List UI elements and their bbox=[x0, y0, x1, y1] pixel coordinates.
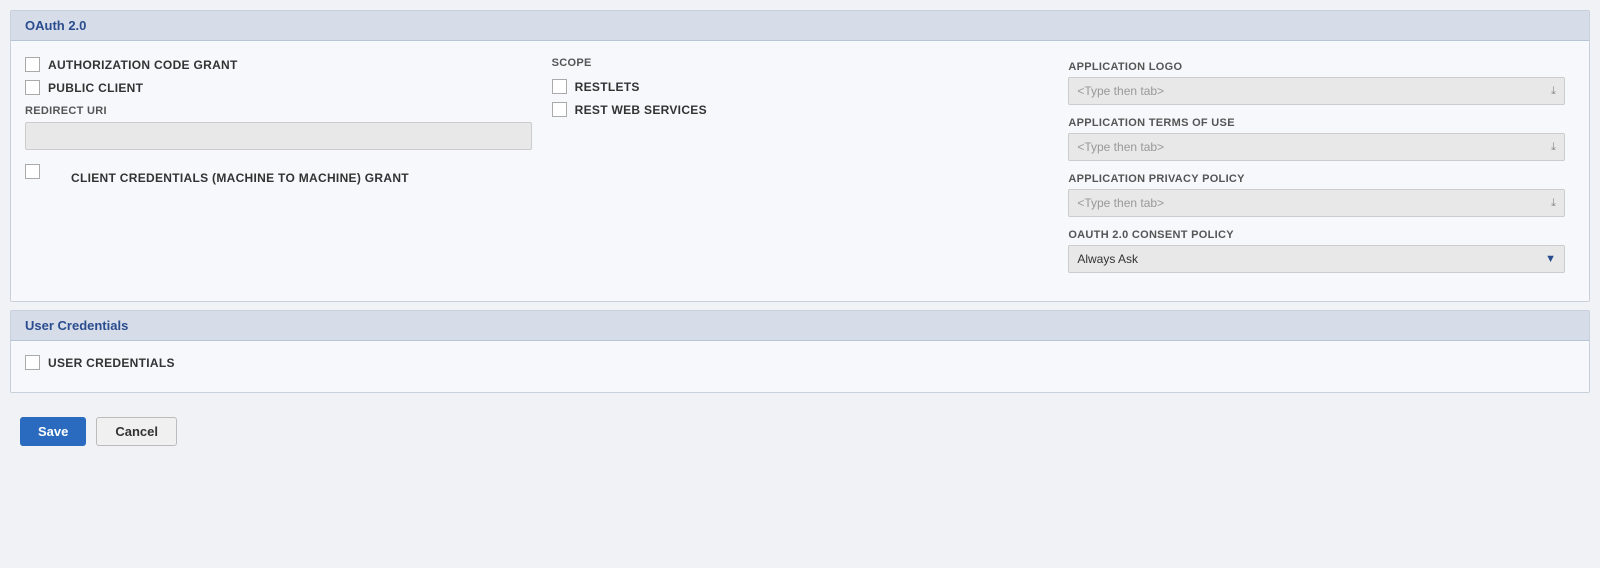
public-client-checkbox[interactable] bbox=[25, 80, 40, 95]
oauth-col-3: APPLICATION LOGO <Type then tab> ⤓ APPLI… bbox=[1058, 57, 1575, 285]
scope-label: SCOPE bbox=[552, 57, 1049, 69]
user-credentials-body: USER CREDENTIALS bbox=[11, 341, 1589, 392]
authorization-code-grant-label: AUTHORIZATION CODE GRANT bbox=[48, 58, 238, 72]
public-client-label: PUBLIC CLIENT bbox=[48, 81, 143, 95]
client-credentials-checkbox[interactable] bbox=[25, 164, 40, 179]
app-terms-placeholder: <Type then tab> bbox=[1077, 140, 1164, 154]
cancel-button[interactable]: Cancel bbox=[96, 417, 177, 446]
oauth-section-body: AUTHORIZATION CODE GRANT PUBLIC CLIENT R… bbox=[11, 41, 1589, 301]
app-logo-placeholder: <Type then tab> bbox=[1077, 84, 1164, 98]
oauth-section-header: OAuth 2.0 bbox=[11, 11, 1589, 41]
rest-web-services-label: REST WEB SERVICES bbox=[575, 103, 707, 117]
user-credentials-section-header: User Credentials bbox=[11, 311, 1589, 341]
oauth-col-1: AUTHORIZATION CODE GRANT PUBLIC CLIENT R… bbox=[25, 57, 542, 285]
restlets-label: RESTLETS bbox=[575, 80, 640, 94]
oauth-section: OAuth 2.0 AUTHORIZATION CODE GRANT PUBLI… bbox=[10, 10, 1590, 302]
public-client-row: PUBLIC CLIENT bbox=[25, 80, 532, 95]
user-credentials-section: User Credentials USER CREDENTIALS bbox=[10, 310, 1590, 393]
restlets-checkbox[interactable] bbox=[552, 79, 567, 94]
app-terms-dropdown[interactable]: <Type then tab> ⤓ bbox=[1068, 133, 1565, 161]
oauth-section-title: OAuth 2.0 bbox=[25, 18, 86, 33]
app-logo-chevron-icon: ⤓ bbox=[1551, 85, 1556, 98]
client-cred-row: CLIENT CREDENTIALS (MACHINE TO MACHINE) … bbox=[25, 162, 532, 187]
client-credentials-label: CLIENT CREDENTIALS (MACHINE TO MACHINE) … bbox=[71, 170, 409, 187]
rest-web-services-row: REST WEB SERVICES bbox=[552, 102, 1049, 117]
user-credentials-label: USER CREDENTIALS bbox=[48, 356, 175, 370]
oauth-grid: AUTHORIZATION CODE GRANT PUBLIC CLIENT R… bbox=[25, 57, 1575, 285]
redirect-uri-section: REDIRECT URI bbox=[25, 105, 532, 150]
user-credentials-checkbox-row: USER CREDENTIALS bbox=[25, 355, 1575, 370]
app-privacy-placeholder: <Type then tab> bbox=[1077, 196, 1164, 210]
app-logo-label: APPLICATION LOGO bbox=[1068, 61, 1565, 73]
save-button[interactable]: Save bbox=[20, 417, 86, 446]
button-row: Save Cancel bbox=[10, 401, 1590, 462]
rest-web-services-checkbox[interactable] bbox=[552, 102, 567, 117]
consent-policy-value: Always Ask bbox=[1077, 252, 1138, 266]
page-wrapper: OAuth 2.0 AUTHORIZATION CODE GRANT PUBLI… bbox=[0, 0, 1600, 568]
app-privacy-dropdown[interactable]: <Type then tab> ⤓ bbox=[1068, 189, 1565, 217]
oauth-col-2: SCOPE RESTLETS REST WEB SERVICES bbox=[542, 57, 1059, 285]
auth-code-grant-row: AUTHORIZATION CODE GRANT bbox=[25, 57, 532, 72]
app-terms-label: APPLICATION TERMS OF USE bbox=[1068, 117, 1565, 129]
app-privacy-label: APPLICATION PRIVACY POLICY bbox=[1068, 173, 1565, 185]
app-terms-chevron-icon: ⤓ bbox=[1551, 141, 1556, 154]
user-credentials-checkbox[interactable] bbox=[25, 355, 40, 370]
user-credentials-section-title: User Credentials bbox=[25, 318, 128, 333]
restlets-row: RESTLETS bbox=[552, 79, 1049, 94]
consent-policy-dropdown[interactable]: Always Ask ▼ bbox=[1068, 245, 1565, 273]
consent-policy-chevron-icon: ▼ bbox=[1545, 253, 1556, 265]
app-privacy-chevron-icon: ⤓ bbox=[1551, 197, 1556, 210]
consent-policy-label: OAUTH 2.0 CONSENT POLICY bbox=[1068, 229, 1565, 241]
app-logo-dropdown[interactable]: <Type then tab> ⤓ bbox=[1068, 77, 1565, 105]
redirect-uri-label: REDIRECT URI bbox=[25, 105, 532, 117]
redirect-uri-input[interactable] bbox=[25, 122, 532, 150]
authorization-code-grant-checkbox[interactable] bbox=[25, 57, 40, 72]
